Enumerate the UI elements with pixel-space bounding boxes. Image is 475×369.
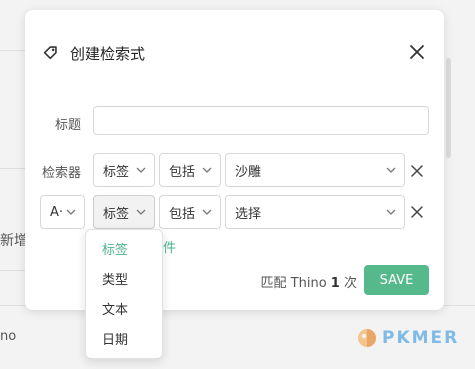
field-select[interactable]: 标签	[93, 153, 155, 187]
pkmer-text: PKMER	[382, 328, 460, 348]
pkmer-logo-icon	[358, 329, 376, 347]
bg-scrollbar[interactable]	[446, 58, 451, 158]
chevron-down-icon	[202, 167, 212, 173]
field-select[interactable]: 标签	[93, 195, 155, 229]
match-prefix: 匹配 Thino	[260, 276, 327, 291]
match-suffix: 次	[343, 276, 357, 291]
modal-title: 创建检索式	[70, 45, 146, 63]
chevron-down-icon	[66, 209, 76, 215]
dropdown-option-text[interactable]: 文本	[86, 296, 162, 326]
chevron-down-icon	[386, 167, 396, 173]
value-select[interactable]: 沙雕	[225, 153, 405, 187]
logic-select[interactable]: A·	[40, 195, 85, 229]
value-select-value: 沙雕	[235, 164, 262, 180]
chevron-down-icon	[386, 209, 396, 215]
dropdown-option-tag[interactable]: 标签	[86, 236, 162, 266]
operator-select[interactable]: 包括	[159, 195, 221, 229]
field-dropdown-menu: 标签 类型 文本 日期	[85, 229, 163, 359]
operator-select-value: 包括	[169, 206, 196, 222]
close-icon[interactable]	[406, 41, 428, 63]
retriever-label: 检索器	[42, 166, 82, 181]
match-count-text: 匹配 Thino 1 次	[261, 272, 357, 291]
chevron-down-icon	[136, 209, 146, 215]
bg-add-text: 新增	[0, 233, 28, 249]
dropdown-option-date[interactable]: 日期	[86, 326, 162, 356]
logic-select-value: A·	[50, 204, 64, 220]
bg-bottom-text: no	[0, 329, 17, 344]
title-input[interactable]	[93, 106, 429, 135]
tag-icon	[43, 46, 57, 60]
value-select-value: 选择	[235, 206, 262, 222]
field-select-value: 标签	[103, 164, 130, 180]
dropdown-option-type[interactable]: 类型	[86, 266, 162, 296]
chevron-down-icon	[136, 167, 146, 173]
remove-row-icon[interactable]	[410, 164, 424, 178]
value-select[interactable]: 选择	[225, 195, 405, 229]
remove-row-icon[interactable]	[410, 205, 424, 219]
operator-select-value: 包括	[169, 164, 196, 180]
match-count: 1	[330, 276, 340, 291]
title-label: 标题	[55, 118, 82, 133]
chevron-down-icon	[202, 209, 212, 215]
pkmer-watermark: PKMER	[356, 325, 459, 351]
field-select-value: 标签	[103, 206, 130, 222]
save-button[interactable]: SAVE	[364, 265, 429, 295]
operator-select[interactable]: 包括	[159, 153, 221, 187]
add-condition-link[interactable]: 件	[163, 237, 176, 256]
